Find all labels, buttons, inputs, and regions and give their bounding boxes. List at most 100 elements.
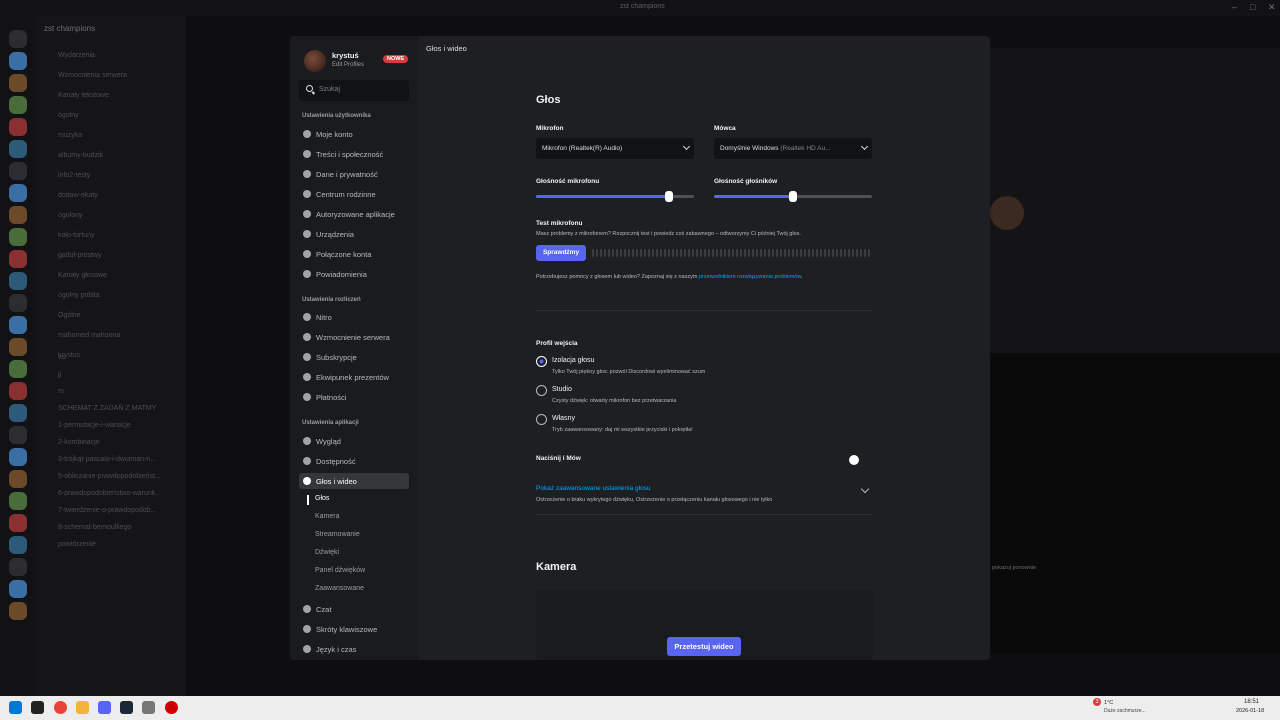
maximize-icon[interactable]: □ bbox=[1250, 2, 1255, 12]
channel-item[interactable]: Ogólne bbox=[58, 312, 81, 319]
server-icon[interactable] bbox=[9, 536, 27, 554]
server-icon[interactable] bbox=[9, 272, 27, 290]
discord-icon[interactable] bbox=[98, 701, 111, 714]
server-icon[interactable] bbox=[9, 206, 27, 224]
search-input[interactable]: Szukaj bbox=[299, 80, 409, 101]
server-icon[interactable] bbox=[9, 30, 27, 48]
channel-item[interactable]: mahomed mahoona bbox=[58, 332, 120, 339]
sidebar-item-accessibility[interactable]: Dostępność bbox=[299, 453, 409, 469]
sidebar-item-devices[interactable]: Urządzenia bbox=[299, 226, 409, 242]
steam-icon[interactable] bbox=[120, 701, 133, 714]
folder-icon[interactable] bbox=[76, 701, 89, 714]
server-icon[interactable] bbox=[9, 118, 27, 136]
channel-item[interactable]: 3-trójkąt-pascala-i-dwumian-n... bbox=[58, 456, 156, 463]
subitem-soundboard[interactable]: Panel dźwięków bbox=[315, 567, 365, 574]
channel-item[interactable]: ogolony bbox=[58, 212, 83, 219]
subitem-voice[interactable]: Głos bbox=[315, 495, 329, 502]
test-video-button[interactable]: Przetestuj wideo bbox=[667, 637, 741, 656]
clock-time[interactable]: 18:51 bbox=[1244, 699, 1259, 705]
sidebar-item-apps[interactable]: Autoryzowane aplikacje bbox=[299, 206, 409, 222]
server-icon[interactable] bbox=[9, 294, 27, 312]
speaker-volume-handle[interactable] bbox=[789, 191, 797, 202]
server-icon[interactable] bbox=[9, 316, 27, 334]
channel-item[interactable]: muzyka bbox=[58, 132, 82, 139]
sidebar-item-content[interactable]: Treści i społeczność bbox=[299, 146, 409, 162]
channel-item[interactable]: ogolny pobita bbox=[58, 292, 100, 299]
close-window-icon[interactable]: ✕ bbox=[1268, 2, 1276, 13]
sidebar-item-boost[interactable]: Wzmocnienie serwera bbox=[299, 329, 409, 345]
server-icon[interactable] bbox=[9, 404, 27, 422]
channel-item[interactable]: koło-fortuny bbox=[58, 232, 95, 239]
channel-item[interactable]: albumy-budzik bbox=[58, 152, 103, 159]
sidebar-item-family[interactable]: Centrum rodzinne bbox=[299, 186, 409, 202]
subitem-streaming[interactable]: Streamowanie bbox=[315, 531, 360, 538]
sidebar-item-subscriptions[interactable]: Subskrypcje bbox=[299, 349, 409, 365]
channel-item[interactable]: Wydarzenia bbox=[58, 52, 95, 59]
sidebar-item-privacy[interactable]: Dane i prywatność bbox=[299, 166, 409, 182]
sidebar-item-nitro[interactable]: Nitro bbox=[299, 309, 409, 325]
sidebar-item-keybinds[interactable]: Skróty klawiszowe bbox=[299, 621, 409, 637]
clock-date[interactable]: 2026-01-18 bbox=[1236, 708, 1264, 714]
server-icon[interactable] bbox=[9, 162, 27, 180]
server-icon[interactable] bbox=[9, 514, 27, 532]
mic-select[interactable]: Mikrofon (Realtek(R) Audio) bbox=[536, 138, 694, 159]
server-icon[interactable] bbox=[9, 470, 27, 488]
terminal-icon[interactable] bbox=[31, 701, 44, 714]
server-icon[interactable] bbox=[9, 580, 27, 598]
speaker-select[interactable]: Domyślnie Windows (Realtek HD Au... bbox=[714, 138, 872, 159]
channel-item[interactable]: gaduł-prostwy bbox=[58, 252, 102, 259]
server-icon[interactable] bbox=[9, 140, 27, 158]
server-icon[interactable] bbox=[9, 338, 27, 356]
subitem-sounds[interactable]: Dźwięki bbox=[315, 549, 339, 556]
server-icon[interactable] bbox=[9, 602, 27, 620]
channel-item[interactable]: Kanały tekstowe bbox=[58, 92, 109, 99]
app-icon[interactable] bbox=[165, 701, 178, 714]
sidebar-item-payments[interactable]: Płatności bbox=[299, 389, 409, 405]
channel-item[interactable]: Wzmocnienia serwera bbox=[58, 72, 127, 79]
chevron-down-icon[interactable] bbox=[860, 484, 870, 494]
channel-item[interactable]: 6-prawdopodobieństwo-warunk... bbox=[58, 490, 161, 497]
channel-item[interactable]: vs bbox=[58, 354, 65, 361]
sidebar-item-connections[interactable]: Połączone konta bbox=[299, 246, 409, 262]
channel-item[interactable]: Kanały głosowe bbox=[58, 272, 107, 279]
server-icon[interactable] bbox=[9, 52, 27, 70]
subitem-camera[interactable]: Kamera bbox=[315, 513, 340, 520]
server-icon[interactable] bbox=[9, 228, 27, 246]
minimize-icon[interactable]: – bbox=[1232, 2, 1237, 12]
edit-profile-link[interactable]: Edit Profiles bbox=[332, 62, 364, 68]
sidebar-item-language[interactable]: Język i czas bbox=[299, 641, 409, 657]
server-icon[interactable] bbox=[9, 558, 27, 576]
server-icon[interactable] bbox=[9, 426, 27, 444]
radio-voice-isolation[interactable] bbox=[536, 356, 547, 367]
mic-volume-slider[interactable] bbox=[536, 191, 694, 202]
channel-item[interactable]: 8-schemat-bernoulliego bbox=[58, 524, 131, 531]
channel-item[interactable]: ogolny bbox=[58, 112, 79, 119]
sidebar-item-gifts[interactable]: Ekwipunek prezentów bbox=[299, 369, 409, 385]
channel-item[interactable]: 2-kombinacje bbox=[58, 439, 100, 446]
windows-start-icon[interactable] bbox=[9, 701, 22, 714]
sidebar-item-my-account[interactable]: Moje konto bbox=[299, 126, 409, 142]
chrome-icon[interactable] bbox=[54, 701, 67, 714]
settings-icon[interactable] bbox=[142, 701, 155, 714]
server-icon[interactable] bbox=[9, 184, 27, 202]
server-icon[interactable] bbox=[9, 360, 27, 378]
channel-item[interactable]: info2-testy bbox=[58, 172, 90, 179]
channel-item[interactable]: powtórzenie bbox=[58, 541, 96, 548]
server-icon[interactable] bbox=[9, 96, 27, 114]
server-icon[interactable] bbox=[9, 74, 27, 92]
channel-item[interactable]: 7-twierdzenie-o-prawdopodob... bbox=[58, 507, 156, 514]
sidebar-item-chat[interactable]: Czat bbox=[299, 601, 409, 617]
channel-item[interactable]: jj bbox=[58, 371, 61, 378]
server-icon[interactable] bbox=[9, 382, 27, 400]
channel-item[interactable]: SCHEMAT Z ZADAŃ Z MATMY bbox=[58, 405, 156, 412]
channel-item[interactable]: m bbox=[58, 388, 64, 395]
check-mic-button[interactable]: Sprawdźmy bbox=[536, 245, 586, 261]
radio-studio[interactable] bbox=[536, 385, 547, 396]
server-icon[interactable] bbox=[9, 250, 27, 268]
mic-volume-handle[interactable] bbox=[664, 191, 673, 202]
troubleshooting-link[interactable]: przewodnikiem rozwiązywania problemów bbox=[699, 274, 801, 280]
show-advanced-link[interactable]: Pokaż zaawansowane ustawienia głosu bbox=[536, 485, 651, 492]
subitem-advanced[interactable]: Zaawansowane bbox=[315, 585, 364, 592]
sidebar-item-notifications[interactable]: Powiadomienia bbox=[299, 266, 409, 282]
push-to-talk-toggle[interactable] bbox=[849, 454, 871, 466]
